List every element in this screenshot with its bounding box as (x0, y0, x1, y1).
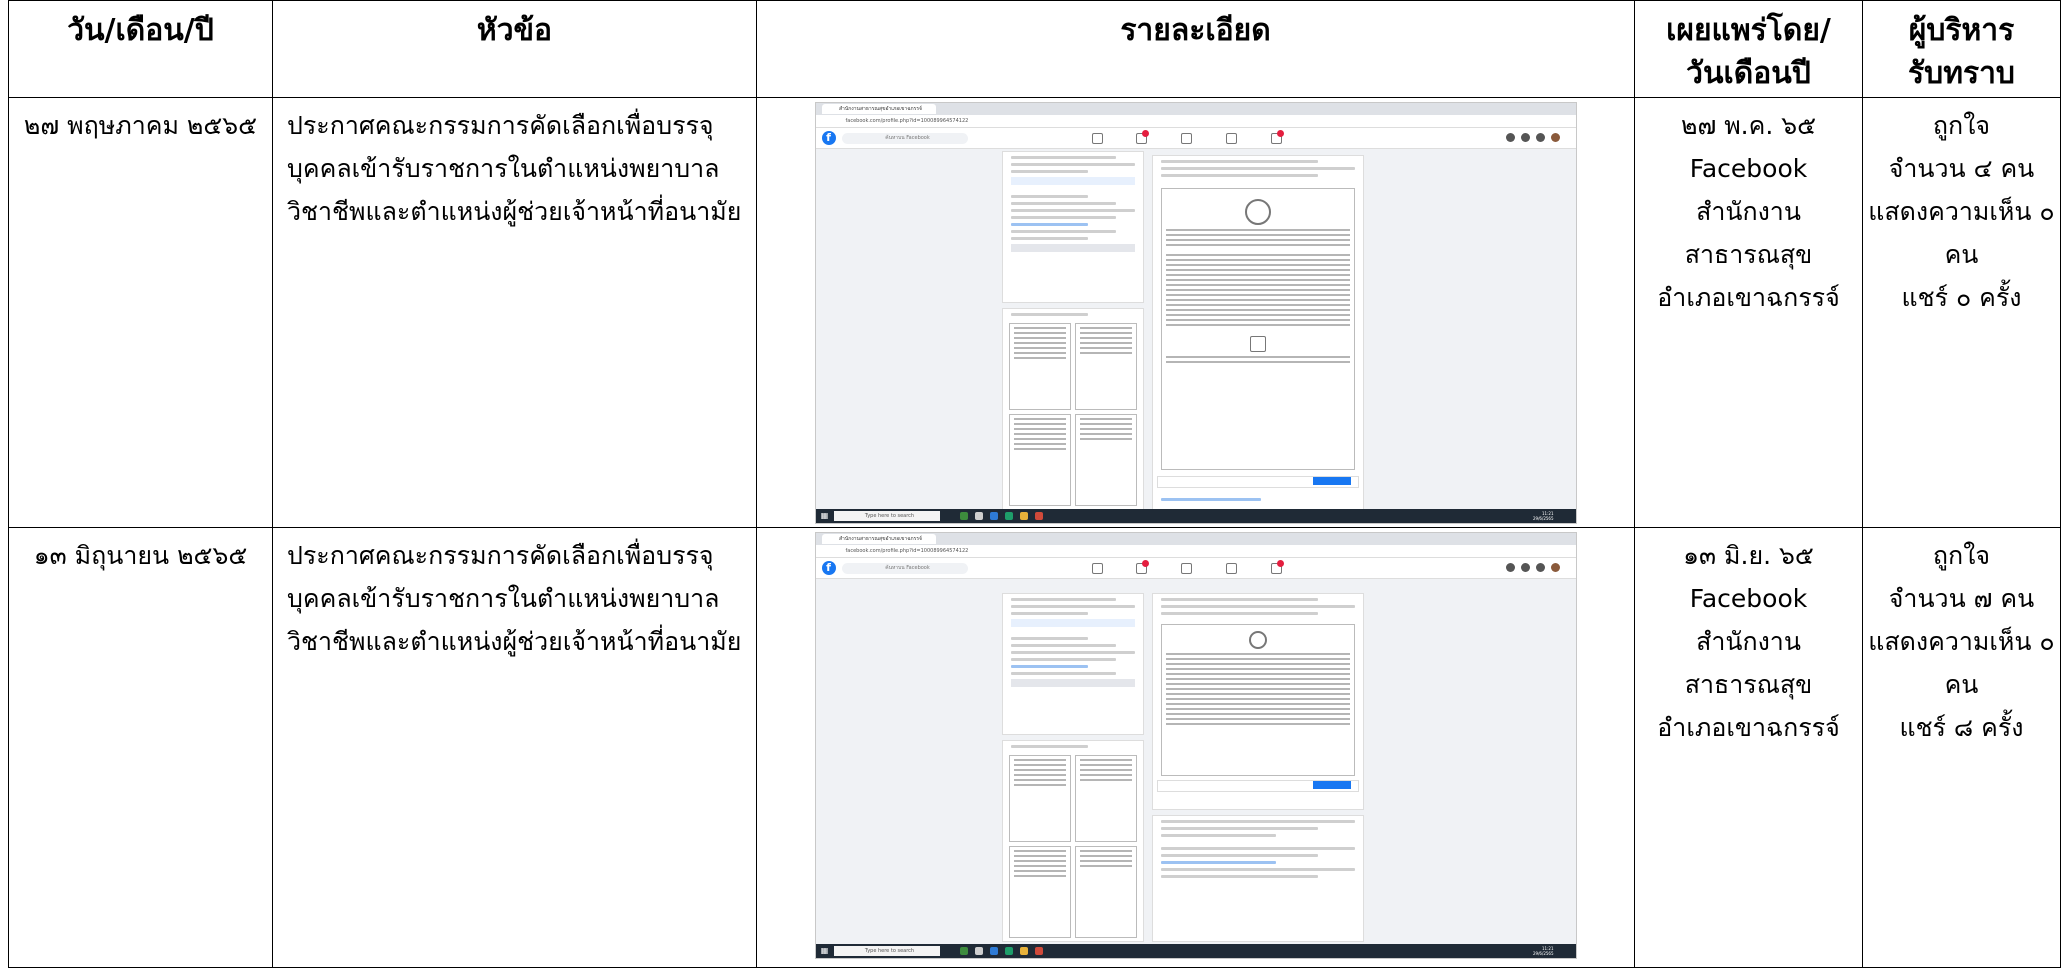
avatar (1550, 133, 1560, 142)
row-acknowledged: ถูกใจ จำนวน ๗ คน แสดงความเห็น ๐ คน แชร์ … (1862, 527, 2061, 968)
taskbar-search: Type here to search (833, 511, 940, 521)
app-icon (974, 947, 983, 955)
row-date: ๑๓ มิถุนายน ๒๕๖๕ (8, 527, 273, 968)
header-row: วัน/เดือน/ปี หัวข้อ รายละเอียด เผยแพร่โด… (8, 0, 2061, 98)
messenger-icon (1520, 133, 1530, 142)
app-icon (989, 512, 998, 520)
header-acknowledged: ผู้บริหาร รับทราบ (1862, 0, 2061, 98)
home-icon (1091, 563, 1103, 574)
header-published: เผยแพร่โดย/ วันเดือนปี (1634, 0, 1863, 98)
publication-log-table: วัน/เดือน/ปี หัวข้อ รายละเอียด เผยแพร่โด… (8, 0, 2061, 968)
browser-urlbar: facebook.com/profile.php?id=100089964574… (815, 545, 1576, 558)
avatar (1550, 563, 1560, 572)
messenger-icon (1520, 563, 1530, 572)
windows-start-icon: ▦ (820, 511, 829, 520)
row-topic: ประกาศคณะกรรมการคัดเลือกเพื่อบรรจุบุคคลเ… (272, 527, 757, 968)
facebook-search-input: ค้นหาบน Facebook (841, 562, 968, 574)
app-icon (1004, 512, 1013, 520)
notification-badge (1141, 130, 1149, 137)
app-icon (1004, 947, 1013, 955)
groups-icon (1225, 563, 1237, 574)
announcement-document (1160, 624, 1355, 776)
row-date: ๒๗ พฤษภาคม ๒๕๖๕ (8, 97, 273, 528)
taskbar-clock: 11:21 29/6/2565 (1532, 511, 1554, 521)
app-icon (974, 512, 983, 520)
table-row: ๑๓ มิถุนายน ๒๕๖๕ ประกาศคณะกรรมการคัดเลือ… (8, 527, 2061, 968)
facebook-topbar: f ค้นหาบน Facebook (815, 558, 1576, 579)
intro-card (1001, 151, 1144, 303)
marketplace-icon (1180, 133, 1192, 144)
row-topic: ประกาศคณะกรรมการคัดเลือกเพื่อบรรจุบุคคลเ… (272, 97, 757, 528)
windows-taskbar: ▦ Type here to search 11:21 29/6/2565 (815, 509, 1576, 523)
header-detail: รายละเอียด (756, 0, 1635, 98)
next-post-card (1151, 815, 1364, 942)
app-icon (1019, 512, 1028, 520)
windows-taskbar: ▦ Type here to search 11:21 29/6/2565 (815, 944, 1576, 958)
row-detail: สำนักงานสาธารณสุขอำเภอเขาฉกรรจ์ facebook… (756, 527, 1635, 968)
taskbar-search: Type here to search (833, 946, 940, 956)
header-date: วัน/เดือน/ปี (8, 0, 273, 98)
header-topic: หัวข้อ (272, 0, 757, 98)
facebook-logo-icon: f (821, 131, 836, 145)
post-card (1151, 155, 1364, 512)
facebook-logo-icon: f (821, 561, 836, 575)
windows-start-icon: ▦ (820, 946, 829, 955)
post-card (1151, 593, 1364, 810)
app-icon (959, 947, 968, 955)
groups-icon (1225, 133, 1237, 144)
home-icon (1091, 133, 1103, 144)
app-icon (959, 512, 968, 520)
photos-card (1001, 740, 1144, 942)
notification-badge (1276, 560, 1284, 567)
bell-icon (1535, 563, 1545, 572)
row-acknowledged: ถูกใจ จำนวน ๔ คน แสดงความเห็น ๐ คน แชร์ … (1862, 97, 2061, 528)
notification-badge (1276, 130, 1284, 137)
app-icon (1019, 947, 1028, 955)
menu-icon (1505, 133, 1515, 142)
menu-icon (1505, 563, 1515, 572)
table-row: ๒๗ พฤษภาคม ๒๕๖๕ ประกาศคณะกรรมการคัดเลือก… (8, 97, 2061, 528)
facebook-topbar: f ค้นหาบน Facebook (815, 128, 1576, 149)
taskbar-clock: 11:21 29/6/2565 (1532, 946, 1554, 956)
row-published: ๑๓ มิ.ย. ๖๕ Facebook สำนักงานสาธารณสุข อ… (1634, 527, 1863, 968)
row-detail: สำนักงานสาธารณสุขอำเภอเขาฉกรรจ์ facebook… (756, 97, 1635, 528)
facebook-post-screenshot: สำนักงานสาธารณสุขอำเภอเขาฉกรรจ์ facebook… (814, 102, 1577, 524)
intro-card (1001, 593, 1144, 735)
comment-button (1312, 477, 1351, 485)
facebook-post-screenshot: สำนักงานสาธารณสุขอำเภอเขาฉกรรจ์ facebook… (814, 532, 1577, 959)
facebook-search-input: ค้นหาบน Facebook (841, 132, 968, 144)
app-icon (1034, 512, 1043, 520)
photos-card (1001, 308, 1144, 510)
bell-icon (1535, 133, 1545, 142)
garuda-seal-icon (1244, 199, 1271, 225)
app-icon (989, 947, 998, 955)
comment-button (1312, 781, 1351, 789)
marketplace-icon (1180, 563, 1192, 574)
notification-badge (1141, 560, 1149, 567)
announcement-document (1160, 188, 1355, 470)
row-published: ๒๗ พ.ค. ๖๕ Facebook สำนักงานสาธารณสุข อำ… (1634, 97, 1863, 528)
app-icon (1034, 947, 1043, 955)
browser-urlbar: facebook.com/profile.php?id=100089964574… (815, 115, 1576, 128)
